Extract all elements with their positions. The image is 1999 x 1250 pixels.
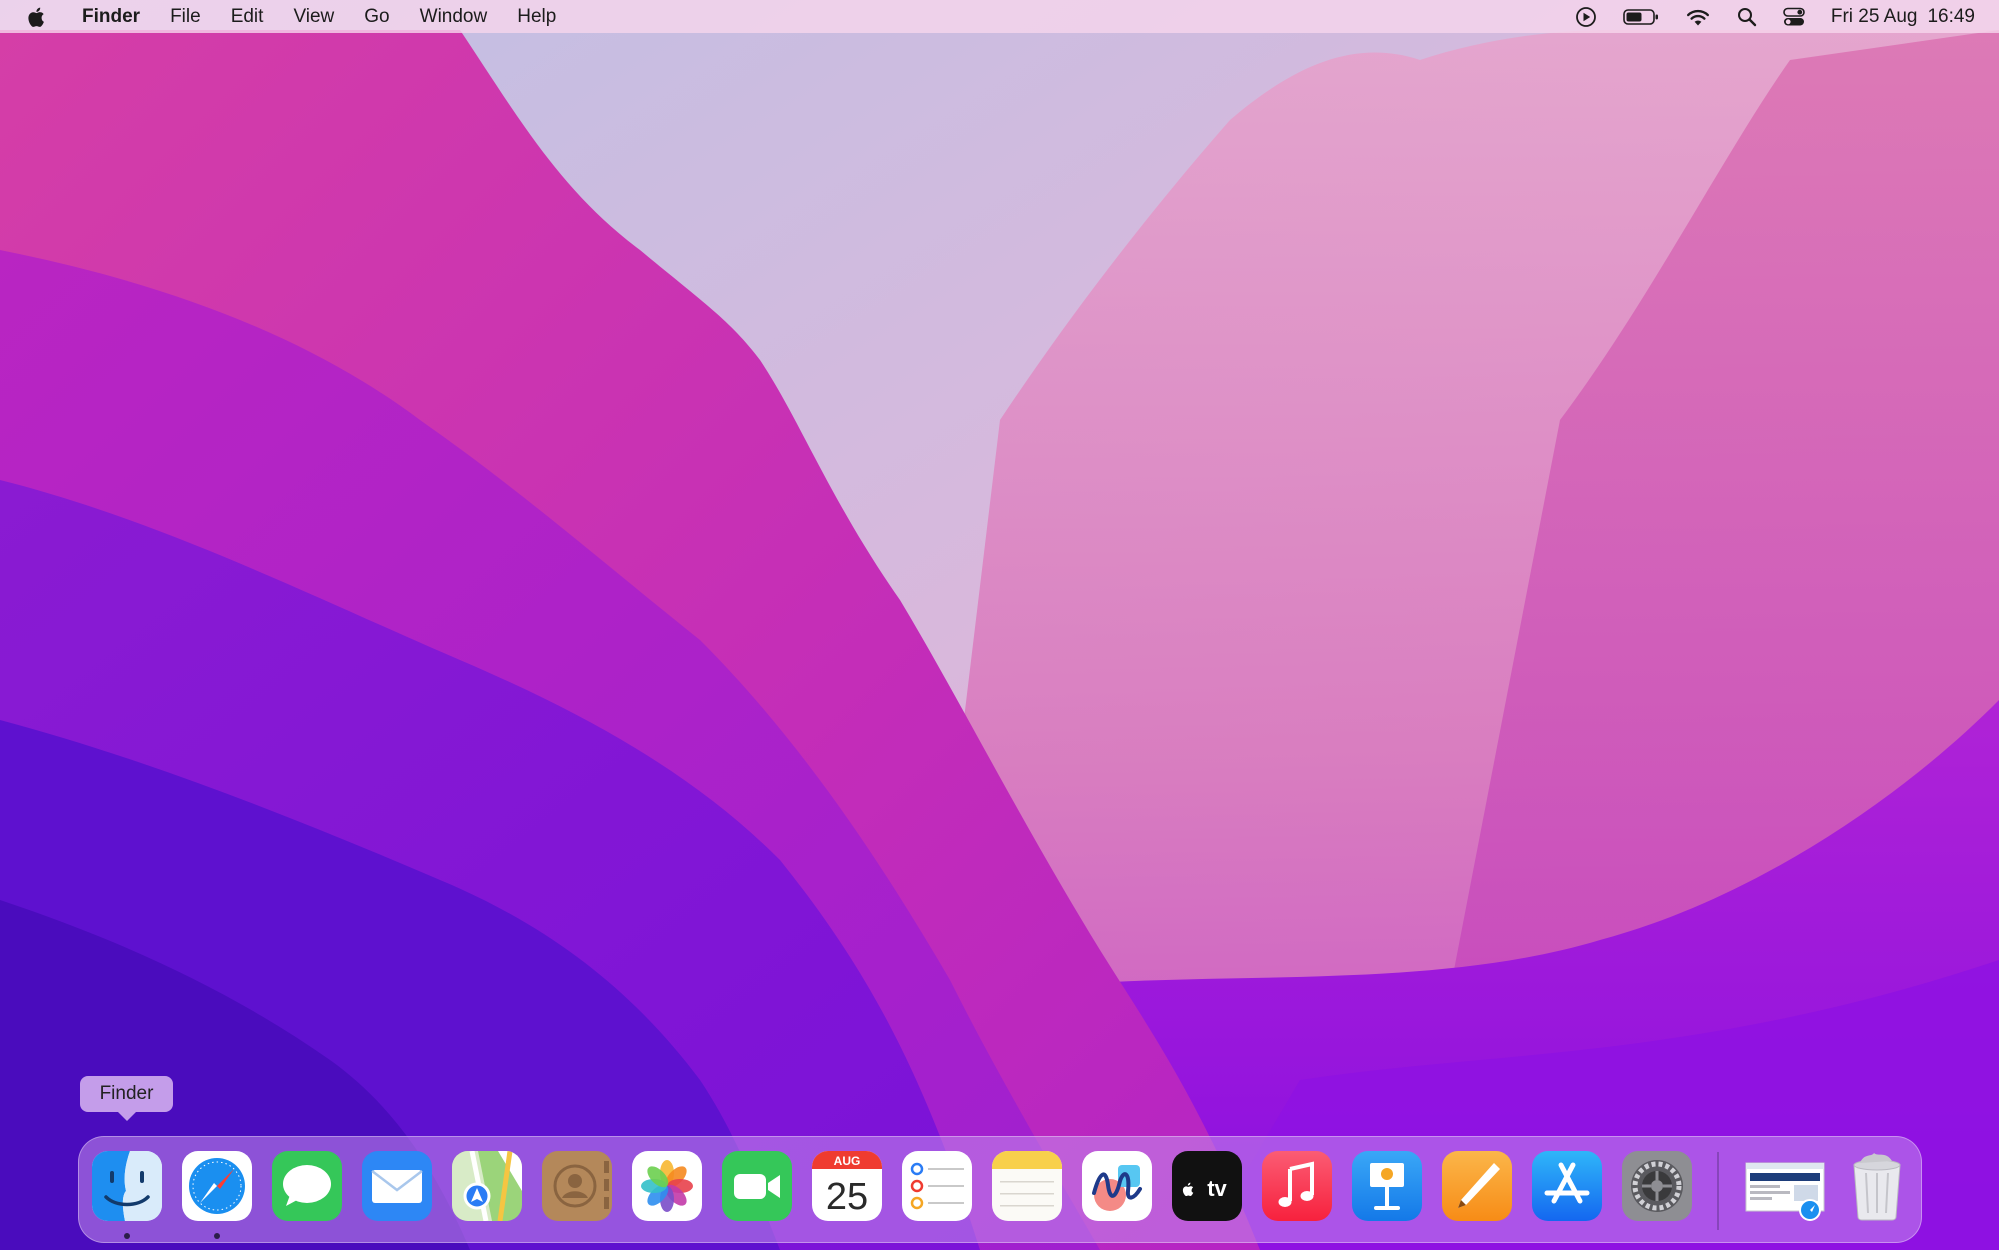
calendar-day: 25 bbox=[826, 1176, 868, 1218]
app-store-icon[interactable] bbox=[1532, 1151, 1602, 1221]
menu-app-name[interactable]: Finder bbox=[74, 0, 155, 33]
safari-icon[interactable] bbox=[182, 1151, 252, 1221]
menu-bar-date: Fri 25 Aug bbox=[1830, 5, 1918, 27]
menu-bar-time: 16:49 bbox=[1927, 5, 1975, 27]
menu-bar-right: Fri 25 Aug 16:49 bbox=[1549, 0, 1999, 33]
apple-logo-icon[interactable] bbox=[22, 0, 52, 33]
calendar-icon[interactable]: AUG 25 bbox=[812, 1151, 882, 1221]
menu-go[interactable]: Go bbox=[349, 0, 404, 33]
spotlight-search-icon[interactable] bbox=[1737, 0, 1757, 33]
facetime-icon[interactable] bbox=[722, 1151, 792, 1221]
dock-tooltip: Finder bbox=[80, 1076, 173, 1121]
menu-view[interactable]: View bbox=[278, 0, 349, 33]
notes-icon[interactable] bbox=[992, 1151, 1062, 1221]
menu-help[interactable]: Help bbox=[502, 0, 571, 33]
contacts-icon[interactable] bbox=[542, 1151, 612, 1221]
mail-icon[interactable] bbox=[362, 1151, 432, 1221]
dock-separator bbox=[1717, 1152, 1719, 1230]
messages-icon[interactable] bbox=[272, 1151, 342, 1221]
calendar-month: AUG bbox=[834, 1154, 861, 1168]
menu-bar-clock[interactable]: Fri 25 Aug 16:49 bbox=[1831, 6, 1975, 28]
safari-running-indicator bbox=[214, 1233, 220, 1239]
apple-tv-icon[interactable]: tv bbox=[1172, 1151, 1242, 1221]
menu-bar-left: Finder File Edit View Go Window Help bbox=[0, 0, 571, 33]
trash-icon[interactable] bbox=[1842, 1151, 1912, 1221]
apple-tv-label: tv bbox=[1207, 1176, 1227, 1201]
control-center-icon[interactable] bbox=[1783, 0, 1805, 33]
battery-icon[interactable] bbox=[1623, 0, 1659, 33]
menu-bar: Finder File Edit View Go Window Help Fri… bbox=[0, 0, 1999, 33]
finder-icon[interactable] bbox=[92, 1151, 162, 1221]
finder-running-indicator bbox=[124, 1233, 130, 1239]
menu-file[interactable]: File bbox=[155, 0, 216, 33]
menu-window[interactable]: Window bbox=[405, 0, 503, 33]
maps-icon[interactable] bbox=[452, 1151, 522, 1221]
menu-edit[interactable]: Edit bbox=[216, 0, 279, 33]
now-playing-icon[interactable] bbox=[1575, 0, 1597, 33]
system-settings-icon[interactable] bbox=[1622, 1151, 1692, 1221]
dock: AUG 25 tv bbox=[78, 1136, 1922, 1243]
wifi-icon[interactable] bbox=[1685, 0, 1711, 33]
photos-icon[interactable] bbox=[632, 1151, 702, 1221]
reminders-icon[interactable] bbox=[902, 1151, 972, 1221]
music-icon[interactable] bbox=[1262, 1151, 1332, 1221]
web-page-thumbnail-icon[interactable] bbox=[1742, 1151, 1828, 1221]
pages-icon[interactable] bbox=[1442, 1151, 1512, 1221]
freeform-icon[interactable] bbox=[1082, 1151, 1152, 1221]
keynote-icon[interactable] bbox=[1352, 1151, 1422, 1221]
desktop-wallpaper bbox=[0, 0, 1999, 1250]
